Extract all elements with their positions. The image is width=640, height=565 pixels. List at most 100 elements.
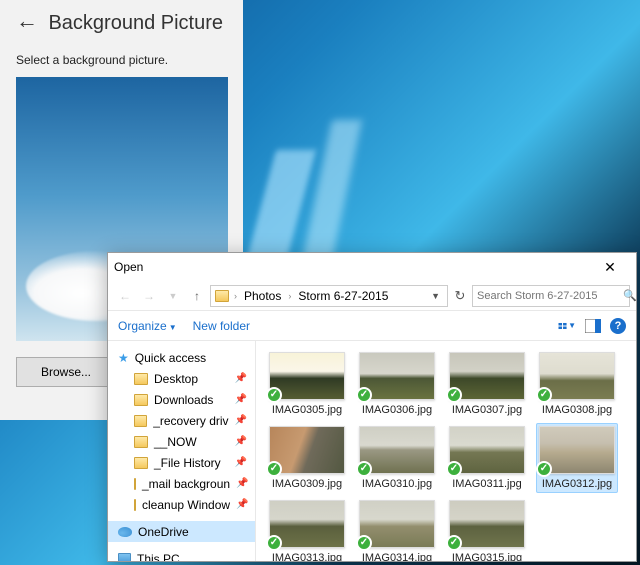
- star-icon: ★: [118, 351, 129, 365]
- preview-pane-icon[interactable]: [584, 318, 602, 334]
- nav-pinned-item[interactable]: cleanup Window 📌: [108, 494, 255, 515]
- close-icon[interactable]: ✕: [590, 259, 630, 276]
- file-item[interactable]: ✓IMAG0311.jpg: [446, 423, 528, 493]
- nav-pinned-item[interactable]: _recovery driv 📌: [108, 410, 255, 431]
- nav-label: cleanup Window: [142, 498, 230, 512]
- file-thumbnail: ✓: [449, 500, 525, 548]
- nav-pinned-item[interactable]: Downloads 📌: [108, 389, 255, 410]
- search-box[interactable]: 🔍: [472, 285, 630, 307]
- panel-subtitle: Select a background picture.: [16, 53, 227, 67]
- file-item[interactable]: ✓IMAG0308.jpg: [536, 349, 618, 419]
- help-icon[interactable]: ?: [610, 318, 626, 334]
- panel-title: Background Picture: [48, 12, 223, 34]
- nav-this-pc[interactable]: This PC: [108, 548, 255, 561]
- breadcrumb-current[interactable]: Storm 6-27-2015: [296, 289, 390, 303]
- file-item[interactable]: ✓IMAG0314.jpg: [356, 497, 438, 561]
- pin-icon: 📌: [235, 415, 247, 426]
- folder-icon: [134, 394, 148, 406]
- folder-icon: [134, 478, 136, 490]
- file-name: IMAG0305.jpg: [267, 404, 347, 416]
- nav-pinned-item[interactable]: Desktop 📌: [108, 368, 255, 389]
- open-dialog: Open ✕ ← → ▼ ↑ › Photos › Storm 6-27-201…: [107, 252, 637, 562]
- nav-label: Desktop: [154, 372, 198, 386]
- titlebar: Open ✕: [108, 253, 636, 281]
- new-folder-button[interactable]: New folder: [193, 319, 250, 333]
- pin-icon: 📌: [235, 394, 247, 405]
- search-icon[interactable]: 🔍: [623, 289, 637, 302]
- nav-label: __NOW: [154, 435, 197, 449]
- sync-check-icon: ✓: [536, 461, 552, 477]
- nav-label: This PC: [137, 552, 180, 562]
- file-thumbnail: ✓: [359, 500, 435, 548]
- address-dropdown-icon[interactable]: ▼: [428, 291, 443, 301]
- file-thumbnail: ✓: [269, 500, 345, 548]
- file-name: IMAG0306.jpg: [357, 404, 437, 416]
- nav-label: Downloads: [154, 393, 213, 407]
- pin-icon: 📌: [235, 436, 247, 447]
- organize-menu[interactable]: Organize▼: [118, 319, 177, 333]
- breadcrumb-parent[interactable]: Photos: [242, 289, 283, 303]
- file-name: IMAG0307.jpg: [447, 404, 527, 416]
- folder-icon: [134, 436, 148, 448]
- pc-icon: [118, 553, 131, 561]
- file-item[interactable]: ✓IMAG0306.jpg: [356, 349, 438, 419]
- folder-icon: [134, 415, 147, 427]
- sync-check-icon: ✓: [356, 535, 372, 551]
- nav-label: _recovery driv: [153, 414, 228, 428]
- file-name: IMAG0311.jpg: [447, 478, 527, 490]
- nav-label: OneDrive: [138, 525, 189, 539]
- file-list: ✓IMAG0305.jpg✓IMAG0306.jpg✓IMAG0307.jpg✓…: [256, 341, 636, 561]
- file-name: IMAG0313.jpg: [267, 552, 347, 561]
- sync-check-icon: ✓: [446, 387, 462, 403]
- pin-icon: 📌: [235, 457, 247, 468]
- nav-label: _mail backgroun: [142, 477, 230, 491]
- file-item[interactable]: ✓IMAG0310.jpg: [356, 423, 438, 493]
- sync-check-icon: ✓: [536, 387, 552, 403]
- file-item[interactable]: ✓IMAG0309.jpg: [266, 423, 348, 493]
- file-thumbnail: ✓: [269, 352, 345, 400]
- folder-icon: [134, 499, 136, 511]
- nav-quick-access[interactable]: ★ Quick access: [108, 347, 255, 368]
- file-name: IMAG0309.jpg: [267, 478, 347, 490]
- search-input[interactable]: [477, 290, 619, 302]
- nav-up-icon[interactable]: ↑: [186, 285, 208, 307]
- nav-onedrive[interactable]: OneDrive: [108, 521, 255, 542]
- file-item[interactable]: ✓IMAG0305.jpg: [266, 349, 348, 419]
- sync-check-icon: ✓: [356, 461, 372, 477]
- address-bar[interactable]: › Photos › Storm 6-27-2015 ▼: [210, 285, 448, 307]
- sync-check-icon: ✓: [446, 535, 462, 551]
- file-item[interactable]: ✓ IMAG0313.jpg: [266, 497, 348, 561]
- file-item[interactable]: ✓IMAG0312.jpg: [536, 423, 618, 493]
- file-thumbnail: ✓: [539, 426, 615, 474]
- file-thumbnail: ✓: [449, 352, 525, 400]
- file-name: IMAG0315.jpg: [447, 552, 527, 561]
- chevron-down-icon: ▼: [568, 321, 576, 330]
- browse-button[interactable]: Browse...: [16, 357, 116, 387]
- nav-pinned-item[interactable]: _File History📌: [108, 452, 255, 473]
- nav-back-icon: ←: [114, 285, 136, 307]
- pin-icon: 📌: [235, 373, 247, 384]
- file-thumbnail: ✓: [359, 352, 435, 400]
- chevron-right-icon[interactable]: ›: [233, 291, 238, 301]
- file-item[interactable]: ✓IMAG0315.jpg: [446, 497, 528, 561]
- onedrive-icon: [118, 527, 132, 537]
- file-thumbnail: ✓: [359, 426, 435, 474]
- pin-icon: 📌: [236, 478, 248, 489]
- nav-pinned-item[interactable]: _mail backgroun 📌: [108, 473, 255, 494]
- file-name: IMAG0310.jpg: [357, 478, 437, 490]
- chevron-right-icon[interactable]: ›: [287, 291, 292, 301]
- file-item[interactable]: ✓IMAG0307.jpg: [446, 349, 528, 419]
- navigation-pane: ★ Quick access Desktop📌Downloads📌_recove…: [108, 341, 256, 561]
- sync-check-icon: ✓: [356, 387, 372, 403]
- sync-check-icon: ✓: [266, 387, 282, 403]
- view-large-icon[interactable]: ▼: [558, 318, 576, 334]
- back-icon[interactable]: ←: [16, 8, 38, 33]
- folder-icon: [215, 290, 229, 302]
- file-name: IMAG0308.jpg: [537, 404, 617, 416]
- file-thumbnail: ✓: [449, 426, 525, 474]
- refresh-icon[interactable]: ↻: [450, 288, 470, 304]
- sync-check-icon: ✓: [446, 461, 462, 477]
- chevron-down-icon[interactable]: ▼: [162, 285, 184, 307]
- nav-pinned-item[interactable]: __NOW 📌: [108, 431, 255, 452]
- pin-icon: 📌: [236, 499, 248, 510]
